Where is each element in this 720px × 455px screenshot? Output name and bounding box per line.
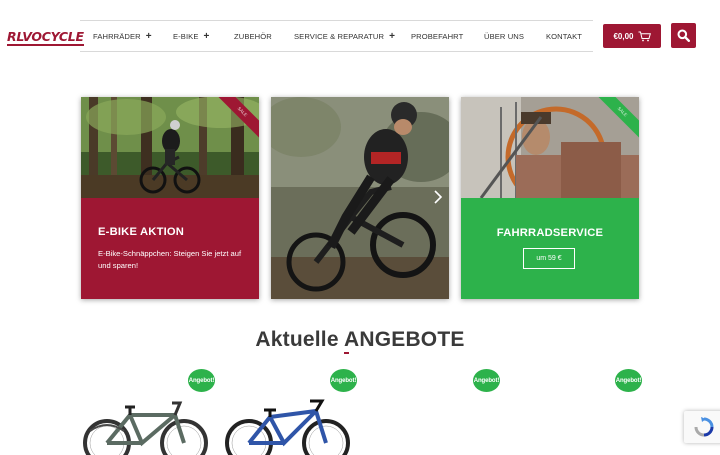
promo-card-ebike[interactable]: SALE E-BIKE AKTION E-Bike-Schnäppchen: S… (81, 97, 259, 299)
heading-underline-accent (344, 352, 349, 354)
promo-title: FAHRRADSERVICE (496, 227, 604, 239)
mechanic-workshop-photo (461, 97, 639, 198)
nav-item-zubehoer[interactable]: ZUBEHÖR (234, 21, 272, 51)
nav-item-label: ÜBER UNS (484, 31, 525, 41)
service-price-button[interactable]: um 59 € (523, 248, 575, 269)
cart-icon (638, 31, 651, 41)
nav-item-label: SERVICE & REPARATUR (294, 31, 385, 41)
cart-amount: €0,00 (613, 31, 634, 41)
offer-badge: Angebot! (330, 369, 357, 392)
recaptcha-icon (694, 417, 714, 437)
promo-panel-ebike: E-BIKE AKTION E-Bike-Schnäppchen: Steige… (81, 198, 259, 299)
bicycle-blue (225, 399, 350, 455)
recaptcha-badge[interactable] (684, 411, 720, 443)
promo-card-service[interactable]: SALE FAHRRADSERVICE um 59 € (461, 97, 639, 299)
hero-slider-card[interactable] (271, 97, 449, 299)
ebike-forest-photo (81, 97, 259, 198)
plus-icon: + (203, 30, 210, 42)
offers-heading: Aktuelle ANGEBOTE (255, 328, 465, 351)
chevron-right-icon[interactable] (431, 189, 445, 205)
nav-item-kontakt[interactable]: KONTAKT (546, 21, 582, 51)
promo-panel-service: FAHRRADSERVICE um 59 € (461, 198, 639, 299)
offer-badge: Angebot! (188, 369, 215, 392)
nav-item-probefahrt[interactable]: PROBEFAHRT (411, 21, 463, 51)
search-icon (677, 29, 690, 42)
nav-item-label: ZUBEHÖR (234, 31, 272, 41)
site-logo[interactable]: RLVOCYCLE (7, 30, 84, 46)
promo-title: E-BIKE AKTION (98, 226, 185, 238)
nav-item-service-reparatur[interactable]: SERVICE & REPARATUR + (294, 21, 395, 51)
offer-badge: Angebot! (473, 369, 500, 392)
cart-button[interactable]: €0,00 (603, 24, 661, 48)
nav-item-label: KONTAKT (546, 31, 582, 41)
main-navigation: FAHRRÄDER + E-BIKE + ZUBEHÖR SERVICE & R… (80, 20, 593, 52)
nav-item-e-bike[interactable]: E-BIKE + (173, 21, 209, 51)
site-header: RLVOCYCLE FAHRRÄDER + E-BIKE + ZUBEHÖR S… (0, 0, 720, 72)
mountainbike-rider-photo (271, 97, 449, 299)
product-image-mountain-bike[interactable] (222, 395, 352, 455)
nav-item-label: E-BIKE (173, 31, 199, 41)
product-image-trekking-bike[interactable] (80, 395, 210, 455)
nav-item-ueber-uns[interactable]: ÜBER UNS (484, 21, 524, 51)
nav-item-label: PROBEFAHRT (411, 31, 464, 41)
promo-text: E-Bike-Schnäppchen: Steigen Sie jetzt au… (98, 249, 242, 270)
offer-badge: Angebot! (615, 369, 642, 392)
plus-icon: + (145, 30, 152, 42)
nav-item-fahrraeder[interactable]: FAHRRÄDER + (93, 21, 152, 51)
bicycle-grey (83, 401, 208, 455)
nav-item-label: FAHRRÄDER (93, 31, 141, 41)
search-button[interactable] (671, 23, 696, 48)
plus-icon: + (389, 30, 396, 42)
